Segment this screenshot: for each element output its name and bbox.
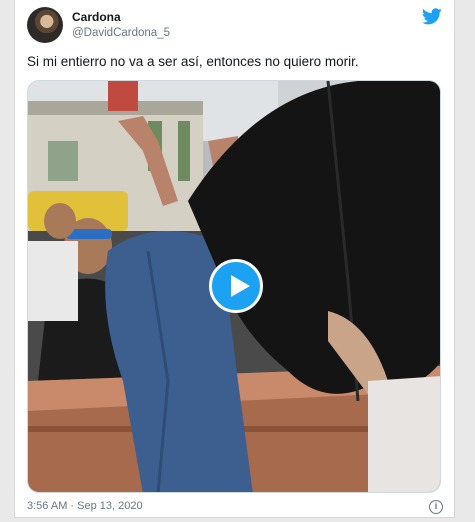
tweet-card: Cardona @DavidCardona_5 Si mi entierro n… (14, 0, 455, 518)
tweet-timestamp[interactable]: 3:56 AM · Sep 13, 2020 (27, 500, 143, 512)
info-icon[interactable]: i (429, 500, 443, 514)
avatar[interactable] (27, 7, 63, 43)
play-icon[interactable] (209, 259, 263, 313)
twitter-bird-icon[interactable] (422, 8, 442, 25)
author-handle[interactable]: @DavidCardona_5 (72, 27, 170, 39)
tweet-text: Si mi entierro no va a ser así, entonces… (27, 54, 359, 69)
author-name[interactable]: Cardona (72, 10, 121, 24)
tweet-video[interactable] (27, 80, 441, 493)
